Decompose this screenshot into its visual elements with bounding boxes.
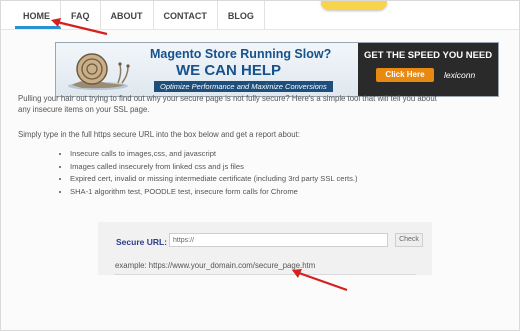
- intro-line-1: Pulling your hair out trying to find out…: [18, 94, 437, 103]
- list-item: Images called insecurely from linked css…: [70, 161, 358, 174]
- intro-line-2: any insecure items on your SSL page.: [18, 105, 150, 114]
- ad-banner-left: Magento Store Running Slow? WE CAN HELP …: [56, 43, 358, 96]
- ad-subhead: WE CAN HELP: [176, 62, 281, 79]
- instructions-text: Simply type in the full https secure URL…: [18, 130, 300, 139]
- secure-url-label: Secure URL:: [116, 237, 168, 247]
- ad-click-button[interactable]: Click Here: [376, 68, 434, 82]
- top-tab-handle[interactable]: [321, 1, 387, 10]
- nav-about[interactable]: ABOUT: [101, 1, 154, 29]
- nav-home[interactable]: HOME: [15, 1, 61, 29]
- nav-blog[interactable]: BLOG: [218, 1, 265, 29]
- list-item: SHA-1 algorithm test, POODLE test, insec…: [70, 186, 358, 199]
- ad-brand-logo: lexiconn: [444, 70, 476, 80]
- snail-icon: [68, 53, 130, 90]
- ad-banner[interactable]: Magento Store Running Slow? WE CAN HELP …: [55, 42, 499, 97]
- list-item: Expired cert, invalid or missing interme…: [70, 173, 358, 186]
- ad-tagline: Optimize Performance and Maximize Conver…: [154, 81, 333, 92]
- ad-banner-right: GET THE SPEED YOU NEED Click Here lexico…: [358, 43, 498, 96]
- example-url-text: example: https://www.your_domain.com/sec…: [115, 261, 316, 270]
- nav-contact[interactable]: CONTACT: [154, 1, 218, 29]
- ad-cta-title: GET THE SPEED YOU NEED: [364, 50, 493, 61]
- nav-faq[interactable]: FAQ: [61, 1, 101, 29]
- feature-list: Insecure calls to images,css, and javasc…: [59, 148, 358, 198]
- top-navigation-bar: HOME FAQ ABOUT CONTACT BLOG: [1, 1, 519, 29]
- divider: [114, 274, 416, 275]
- check-button[interactable]: Check: [395, 233, 423, 247]
- ad-headline: Magento Store Running Slow?: [150, 47, 332, 61]
- main-nav: HOME FAQ ABOUT CONTACT BLOG: [15, 1, 265, 29]
- secure-url-input[interactable]: [169, 233, 388, 247]
- list-item: Insecure calls to images,css, and javasc…: [70, 148, 358, 161]
- page-frame: HOME FAQ ABOUT CONTACT BLOG Magento Stor…: [0, 0, 520, 331]
